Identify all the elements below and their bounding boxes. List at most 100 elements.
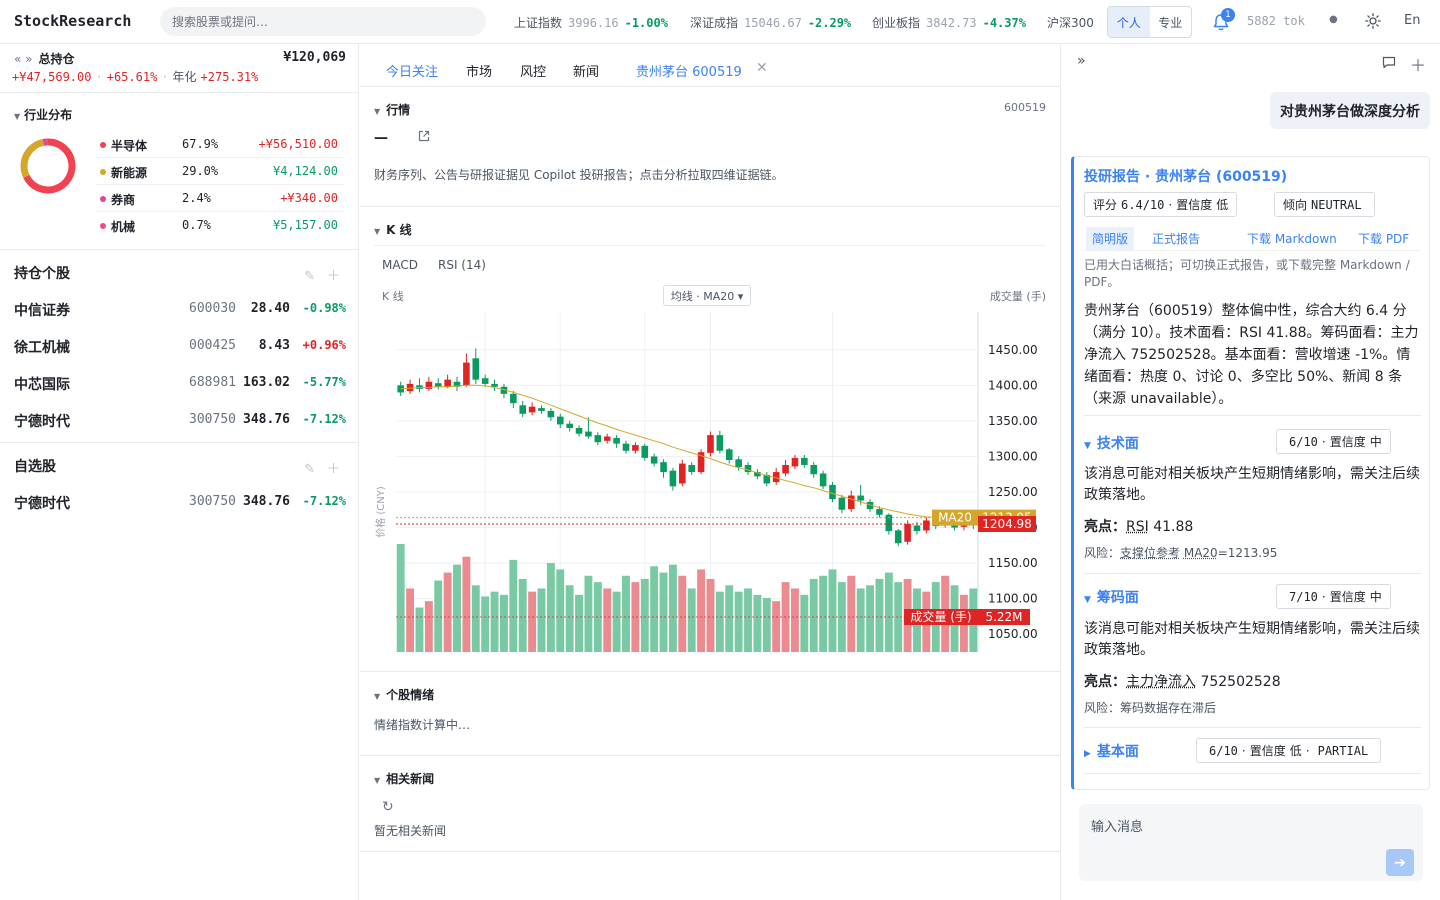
summary-version-button[interactable]: 简明版 (1086, 227, 1135, 250)
mode-pro-button[interactable]: 专业 (1150, 7, 1192, 37)
add-icon[interactable]: ＋ (327, 462, 340, 477)
formal-report-button[interactable]: 正式报告 (1146, 227, 1206, 250)
tab-risk[interactable]: 风控 (520, 61, 546, 80)
close-icon[interactable]: ✕ (756, 60, 768, 76)
ma-select[interactable]: 均线 · MA20 ▾ (663, 285, 751, 306)
holding-row[interactable]: 宁德时代 300750 348.76 -7.12% (14, 401, 346, 438)
industry-row[interactable]: 半导体 67.9% +¥56,510.00 (96, 131, 344, 158)
external-link-icon[interactable] (418, 130, 430, 142)
candle-body (857, 495, 864, 501)
volume-tag-label: 成交量 (手) (910, 609, 971, 624)
index-value: 15046.67 (744, 16, 802, 30)
volume-bar (678, 575, 687, 652)
dimension-highlight: 亮点：RSI 41.88 (1084, 516, 1193, 536)
annual-label: 年化 (172, 70, 197, 84)
confidence-value: 中 (1369, 435, 1382, 449)
volume-bar (650, 566, 659, 652)
mode-personal-button[interactable]: 个人 (1108, 7, 1150, 37)
indicator-macd[interactable]: MACD (382, 258, 418, 272)
legend-dot-icon (100, 196, 106, 202)
y-axis-label: 价格 (CNY) (374, 486, 387, 538)
holding-row[interactable]: 中信证券 600030 28.40 -0.98% (14, 290, 346, 327)
watchlist-row[interactable]: 宁德时代 300750 348.76 -7.12% (14, 483, 346, 520)
app-logo[interactable]: StockResearch (14, 12, 131, 30)
volume-bar (828, 569, 837, 652)
quote-section-header[interactable]: ▼ 行情 (374, 101, 410, 118)
kline-section-header[interactable]: ▼ K 线 (374, 221, 412, 238)
dimension-score: 7/10 (1289, 589, 1318, 604)
stock-name: 中信证券 (14, 303, 70, 319)
index-sh[interactable]: 上证指数 3996.16 -1.00% (514, 14, 668, 31)
candle-body (819, 473, 827, 487)
portfolio-annual: +275.31% (200, 70, 259, 84)
industry-donut-chart (20, 138, 76, 194)
theme-toggle-icon[interactable] (1365, 13, 1381, 29)
industry-pct: 0.7% (182, 218, 211, 232)
dimension-technical-header[interactable]: ▼ 技术面 (1084, 433, 1139, 453)
add-icon[interactable]: ＋ (327, 269, 340, 284)
index-sz[interactable]: 深证成指 15046.67 -2.29% (690, 14, 851, 31)
indicator-rsi[interactable]: RSI (14) (438, 258, 486, 272)
tab-market[interactable]: 市场 (466, 61, 492, 80)
refresh-icon[interactable]: ↻ (382, 799, 394, 815)
holding-row[interactable]: 徐工机械 000425 8.43 +0.96% (14, 327, 346, 364)
volume-bar (509, 559, 518, 652)
industry-section-header[interactable]: ▼ 行业分布 (14, 106, 72, 123)
industry-row[interactable]: 机械 0.7% ¥5,157.00 (96, 212, 344, 239)
news-section-header[interactable]: ▼ 相关新闻 (374, 770, 434, 787)
dimension-chips-header[interactable]: ▼ 筹码面 (1084, 587, 1139, 607)
industry-row[interactable]: 新能源 29.0% ¥4,124.00 (96, 158, 344, 185)
new-chat-icon[interactable]: ＋ (1410, 52, 1426, 76)
volume-bar (406, 588, 415, 652)
index-cyb[interactable]: 创业板指 3842.73 -4.37% (872, 14, 1026, 31)
edit-icon[interactable]: ✎ (304, 462, 315, 477)
download-markdown-button[interactable]: 下载 Markdown (1241, 227, 1343, 250)
risk-term[interactable]: 支撑位参考 (1120, 546, 1180, 560)
send-button[interactable]: ➔ (1386, 849, 1414, 876)
tab-stock[interactable]: 贵州茅台 600519 (636, 61, 742, 80)
tab-today[interactable]: 今日关注 (386, 61, 438, 80)
stock-code: 000425 (189, 338, 236, 353)
volume-bar (866, 585, 874, 652)
kline-chart[interactable]: 1450.001400.001350.001300.001250.001200.… (374, 282, 1046, 662)
highlight-term[interactable]: 主力净流入 (1126, 674, 1196, 690)
candle-body (791, 457, 799, 467)
highlight-term[interactable]: RSI (1126, 519, 1149, 535)
y-tick-label: 1350.00 (988, 414, 1038, 428)
status-dot-icon[interactable]: ● (1329, 14, 1338, 25)
search-input[interactable] (160, 7, 486, 36)
candle-body (632, 445, 639, 451)
index-hs300[interactable]: 沪深300 (1047, 14, 1100, 31)
volume-bar (612, 591, 621, 652)
industry-pct: 2.4% (182, 191, 211, 205)
index-change: -2.29% (807, 16, 852, 30)
portfolio-pnl: +¥47,569.00 (12, 70, 92, 84)
chat-input[interactable] (1079, 804, 1423, 881)
industry-amount: +¥56,510.00 (258, 137, 338, 151)
candle-body (575, 428, 583, 434)
caret-right-icon: ▶ (1084, 749, 1091, 759)
download-pdf-button[interactable]: 下载 PDF (1352, 227, 1415, 250)
risk-term[interactable]: MA20 (1184, 546, 1218, 560)
dimension-body: 该消息可能对相关板块产生短期情绪影响，需关注后续政策落地。 (1084, 621, 1420, 658)
portfolio-nav-arrows[interactable]: « » (14, 52, 33, 66)
risk-label: 风险： (1084, 701, 1121, 715)
stock-price: 8.43 (258, 338, 290, 353)
collapse-panel-icon[interactable]: » (1077, 53, 1086, 69)
dimension-score-pill: 7/10 · 置信度中 (1276, 584, 1391, 609)
tab-news[interactable]: 新闻 (573, 61, 599, 80)
holding-row[interactable]: 中芯国际 688981 163.02 -5.77% (14, 364, 346, 401)
sentiment-section-header[interactable]: ▼ 个股情绪 (374, 686, 434, 703)
industry-row[interactable]: 券商 2.4% +¥340.00 (96, 185, 344, 212)
legend-dot-icon (100, 223, 106, 229)
candle-body (669, 470, 677, 487)
volume-bar (490, 591, 499, 652)
confidence-label: 置信度 (1329, 590, 1366, 604)
top-bar: StockResearch 上证指数 3996.16 -1.00% 深证成指 1504… (0, 0, 1440, 44)
edit-icon[interactable]: ✎ (304, 269, 315, 284)
stock-code: 688981 (189, 375, 236, 390)
dimension-fundamental-header[interactable]: ▶ 基本面 (1084, 741, 1139, 761)
language-toggle[interactable]: En (1404, 13, 1420, 28)
volume-bar (443, 572, 452, 652)
chat-history-icon[interactable] (1382, 56, 1396, 69)
